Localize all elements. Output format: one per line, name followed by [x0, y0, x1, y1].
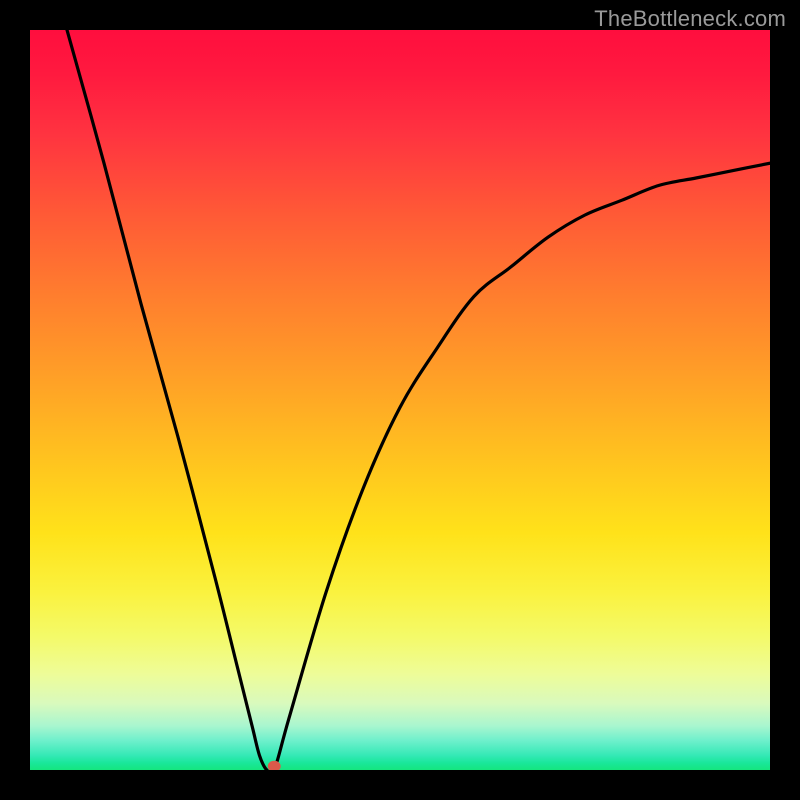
valley-marker	[268, 761, 281, 770]
curve-layer	[30, 30, 770, 770]
chart-container: TheBottleneck.com	[0, 0, 800, 800]
watermark-text: TheBottleneck.com	[594, 6, 786, 32]
bottleneck-curve	[67, 30, 770, 770]
plot-area	[30, 30, 770, 770]
